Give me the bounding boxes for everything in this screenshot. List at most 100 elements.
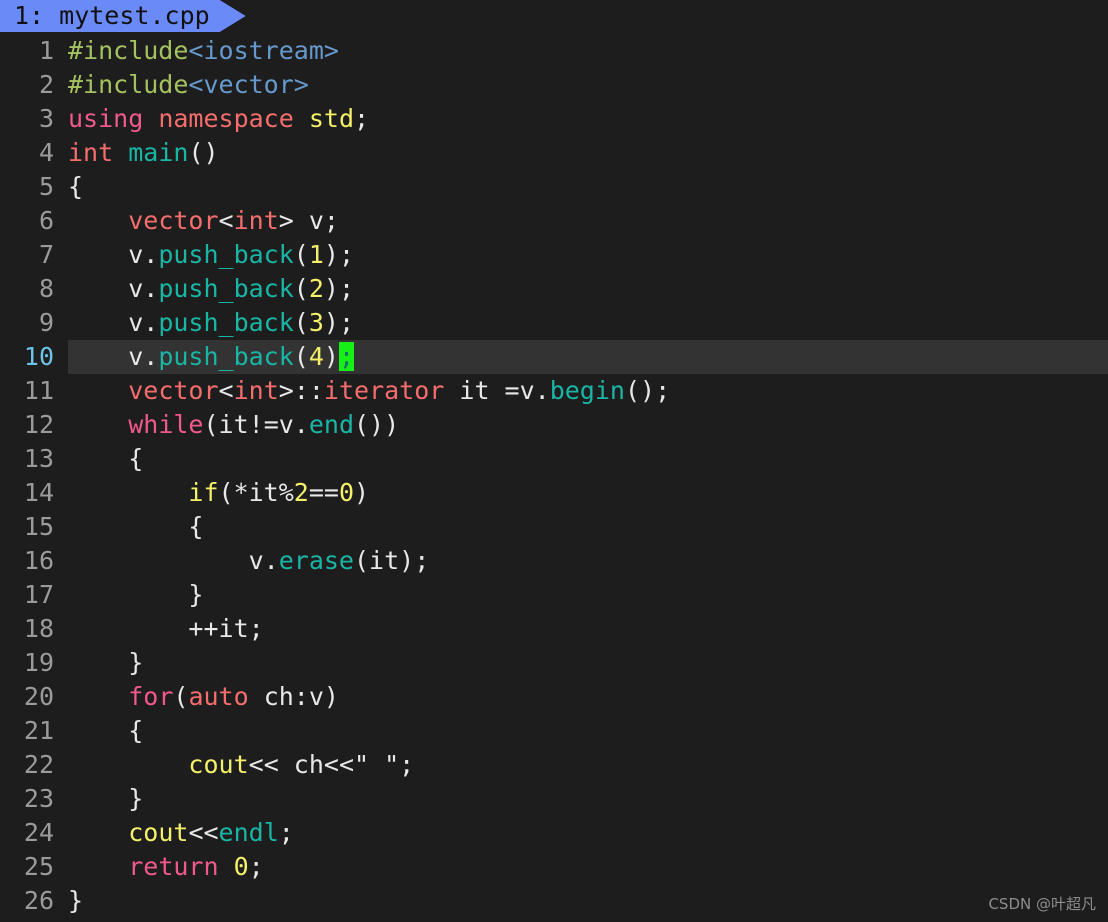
code-token: it =v. (444, 376, 550, 405)
code-token: cout (128, 818, 189, 847)
tab-mytest-cpp[interactable]: 1: mytest.cpp (0, 0, 246, 32)
code-token: 2 (293, 478, 309, 507)
code-line[interactable]: 13 { (0, 442, 1108, 476)
code-token: ( (293, 308, 309, 337)
line-number: 8 (38, 274, 54, 303)
code-line[interactable]: 11 vector<int>::iterator it =v.begin(); (0, 374, 1108, 408)
code-line[interactable]: 24 cout<<endl; (0, 816, 1108, 850)
line-number: 16 (23, 546, 54, 575)
text-cursor: ; (338, 342, 355, 371)
code-token: } (68, 648, 144, 677)
line-source: return 0; (68, 850, 264, 884)
code-token: using (68, 104, 144, 133)
code-editor-window: 1: mytest.cpp 1 #include<iostream> 2 #inclu… (0, 0, 1108, 922)
code-token: return (128, 852, 219, 881)
code-line[interactable]: 25 return 0; (0, 850, 1108, 884)
code-line[interactable]: 5{ (0, 170, 1108, 204)
code-token: while (128, 410, 204, 439)
line-source: { (68, 510, 203, 544)
code-token: ch:v) (248, 682, 339, 711)
editor-tab-bar: 1: mytest.cpp (0, 0, 1108, 32)
line-source: } (68, 884, 83, 918)
code-line[interactable]: 23 } (0, 782, 1108, 816)
code-line[interactable]: 9 v.push_back(3); (0, 306, 1108, 340)
code-line[interactable]: 4 int main() (0, 136, 1108, 170)
code-token: namespace (158, 104, 294, 133)
code-token: } (68, 784, 144, 813)
code-line[interactable]: 17 } (0, 578, 1108, 612)
line-source: cout<<endl; (68, 816, 294, 850)
code-token: { (68, 512, 204, 541)
code-line[interactable]: 19 } (0, 646, 1108, 680)
code-token: erase (278, 546, 354, 575)
code-line[interactable]: 7 v.push_back(1); (0, 238, 1108, 272)
code-line[interactable]: 18 ++it; (0, 612, 1108, 646)
code-token: < (218, 376, 234, 405)
line-source: v.push_back(2); (68, 272, 354, 306)
code-token: ; (278, 818, 294, 847)
code-token: { (68, 444, 144, 473)
code-token: ++it; (68, 614, 264, 643)
code-token: << (188, 818, 219, 847)
code-token: > (278, 376, 294, 405)
code-line[interactable]: 6 vector<int> v; (0, 204, 1108, 238)
code-line[interactable]: 8 v.push_back(2); (0, 272, 1108, 306)
code-line[interactable]: 15 { (0, 510, 1108, 544)
code-token: } (68, 580, 204, 609)
code-token: ()) (354, 410, 400, 439)
code-token: () (188, 138, 219, 167)
code-token: v. (68, 240, 159, 269)
code-token: ); (323, 308, 355, 337)
code-line[interactable]: 12 while(it!=v.end()) (0, 408, 1108, 442)
line-number: 22 (23, 750, 54, 779)
line-source: while(it!=v.end()) (68, 408, 399, 442)
code-line[interactable]: 1 #include<iostream> (0, 34, 1108, 68)
code-token: if (188, 478, 219, 507)
line-source: if(*it%2==0) (68, 476, 369, 510)
code-line[interactable]: 22 cout<< ch<<" "; (0, 748, 1108, 782)
line-source: } (68, 782, 143, 816)
code-token: ( (293, 240, 309, 269)
code-line[interactable]: 21 { (0, 714, 1108, 748)
code-token: (*it% (218, 478, 294, 507)
code-line[interactable]: 10 v.push_back(4); (0, 340, 1108, 374)
code-token: for (128, 682, 174, 711)
line-source: vector<int>::iterator it =v.begin(); (68, 374, 670, 408)
code-line[interactable]: 26} (0, 884, 1108, 918)
code-token: 2 (308, 274, 324, 303)
line-source: #include<vector> (68, 68, 309, 102)
line-number: 21 (23, 716, 54, 745)
code-line[interactable]: 3 using namespace std; (0, 102, 1108, 136)
code-token: end (308, 410, 354, 439)
code-line[interactable]: 14 if(*it%2==0) (0, 476, 1108, 510)
code-token: <vector> (188, 70, 309, 99)
line-number: 20 (23, 682, 54, 711)
code-token: v. (68, 308, 159, 337)
line-source: cout<< ch<<" "; (68, 748, 414, 782)
code-token: push_back (158, 308, 294, 337)
line-number: 24 (23, 818, 54, 847)
code-line[interactable]: 2 #include<vector> (0, 68, 1108, 102)
line-source: v.push_back(4); (68, 340, 1108, 374)
line-source: } (68, 578, 203, 612)
code-token: 4 (308, 342, 324, 371)
code-token: ; (248, 852, 264, 881)
line-number: 10 (23, 342, 54, 371)
code-token: std (308, 104, 355, 133)
code-token: } (68, 886, 84, 915)
code-content-area[interactable]: 1 #include<iostream> 2 #include<vector> 3 usi… (0, 32, 1108, 918)
code-line[interactable]: 16 v.erase(it); (0, 544, 1108, 578)
line-number: 25 (23, 852, 54, 881)
code-line[interactable]: 20 for(auto ch:v) (0, 680, 1108, 714)
code-token: << ch<<" "; (248, 750, 415, 779)
code-token: ( (293, 342, 309, 371)
line-number: 1 (38, 36, 54, 65)
code-token: { (68, 716, 144, 745)
watermark-label: CSDN @叶超凡 (988, 895, 1096, 913)
line-number: 5 (38, 172, 54, 201)
